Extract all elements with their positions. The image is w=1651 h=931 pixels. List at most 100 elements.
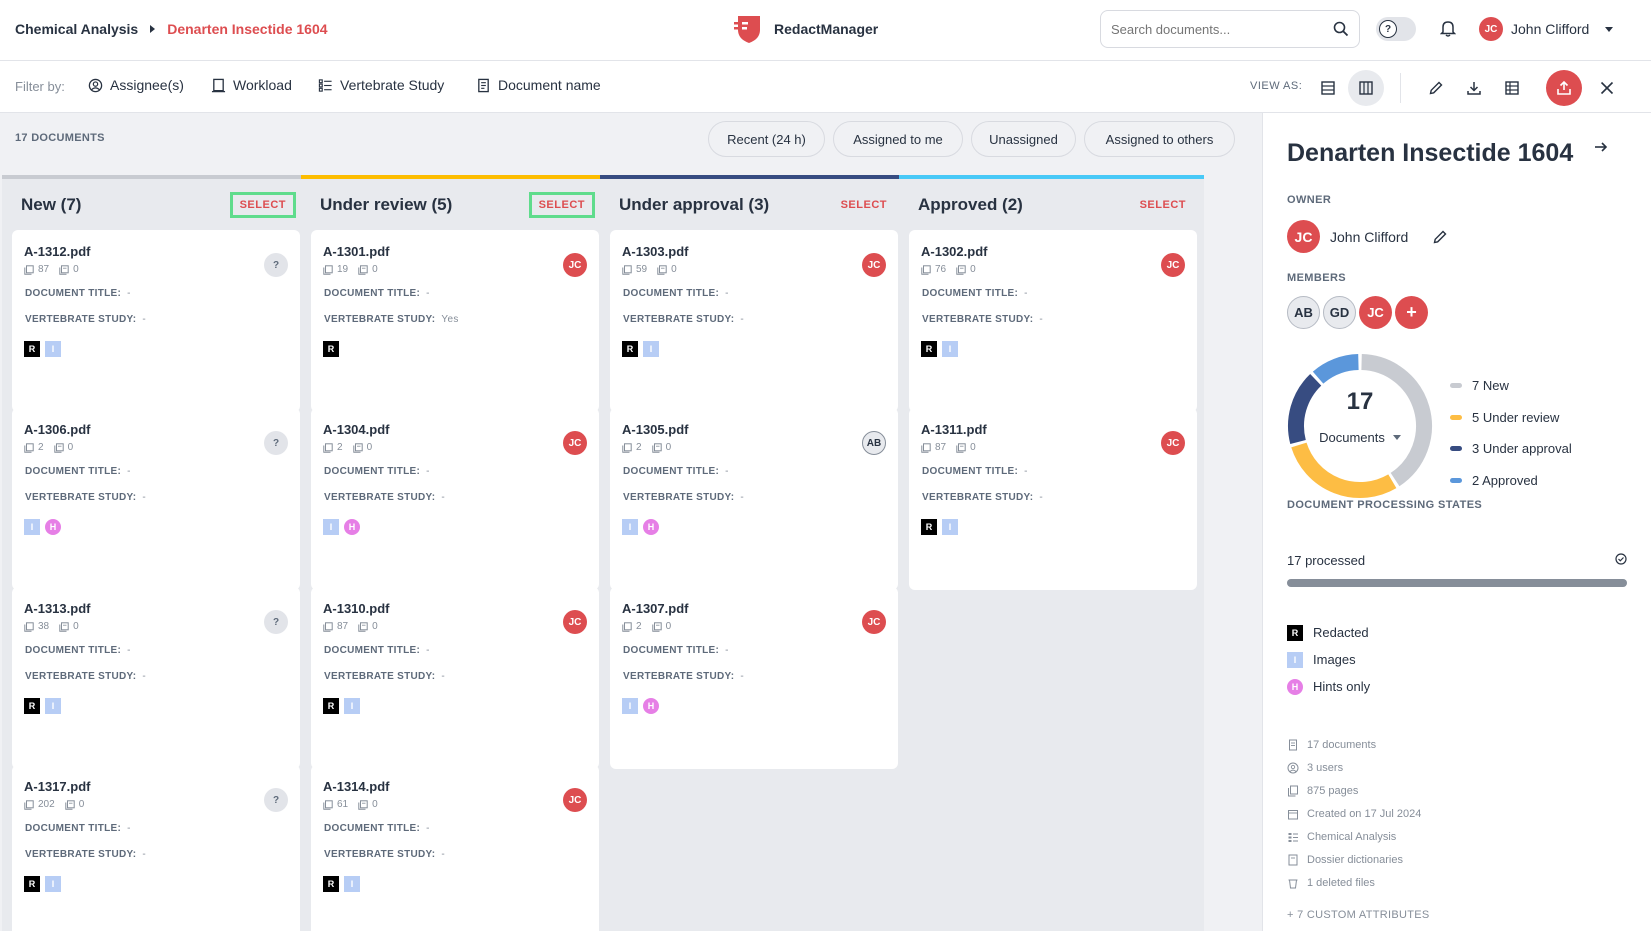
- document-filename[interactable]: A-1317.pdf: [24, 779, 90, 794]
- add-member-button[interactable]: +: [1395, 296, 1428, 329]
- document-stats: 76 0: [921, 264, 986, 275]
- document-card[interactable]: A-1303.pdf 59 0 DOCUMENT TITLE: - VERTEBRATE …: [610, 230, 898, 412]
- document-card[interactable]: A-1312.pdf 87 0 DOCUMENT TITLE: - VERTEBRATE …: [12, 230, 300, 412]
- assignee-avatar[interactable]: JC: [563, 788, 587, 812]
- select-column-button[interactable]: SELECT: [1140, 199, 1186, 211]
- document-count: 17 DOCUMENTS: [15, 132, 105, 144]
- member-avatar[interactable]: AB: [1287, 296, 1320, 329]
- images-badge-icon: I: [942, 341, 958, 357]
- document-filename[interactable]: A-1313.pdf: [24, 601, 90, 616]
- document-filename[interactable]: A-1304.pdf: [323, 422, 389, 437]
- download-button[interactable]: [1459, 73, 1489, 103]
- unassigned-avatar[interactable]: ?: [264, 431, 288, 455]
- vertebrate-study-row: VERTEBRATE STUDY: -: [623, 314, 745, 325]
- search-input[interactable]: [1111, 21, 1311, 37]
- pages-icon: [622, 621, 632, 632]
- select-column-button[interactable]: SELECT: [528, 192, 596, 218]
- export-button[interactable]: [1546, 70, 1582, 106]
- custom-attributes-link[interactable]: + 7 CUSTOM ATTRIBUTES: [1287, 909, 1430, 921]
- document-filename[interactable]: A-1303.pdf: [622, 244, 688, 259]
- breadcrumb-parent[interactable]: Chemical Analysis: [15, 21, 138, 37]
- document-title-row: DOCUMENT TITLE: -: [25, 645, 131, 656]
- search-icon[interactable]: [1333, 21, 1349, 37]
- member-avatar[interactable]: GD: [1323, 296, 1356, 329]
- document-title-value: -: [127, 466, 131, 477]
- column-title: New (7): [21, 195, 82, 214]
- document-card[interactable]: A-1305.pdf 2 0 DOCUMENT TITLE: - VERTEBRATE S…: [610, 408, 898, 590]
- document-card[interactable]: A-1317.pdf 202 0 DOCUMENT TITLE: - VERTEBRATE…: [12, 765, 300, 931]
- document-badges: IH: [622, 519, 659, 535]
- member-avatar[interactable]: JC: [1359, 296, 1392, 329]
- donut-unit-dropdown[interactable]: Documents: [1319, 430, 1401, 445]
- quick-filter-recent[interactable]: Recent (24 h): [708, 121, 825, 157]
- document-card[interactable]: A-1306.pdf 2 0 DOCUMENT TITLE: - VERTEBRATE S…: [12, 408, 300, 590]
- quick-filter-assigned-to-me[interactable]: Assigned to me: [833, 121, 963, 157]
- document-badges: RI: [921, 519, 958, 535]
- quick-filter-assigned-to-others[interactable]: Assigned to others: [1084, 121, 1235, 157]
- dossier-info-item: 1 deleted files: [1287, 871, 1421, 894]
- document-filename[interactable]: A-1311.pdf: [921, 422, 987, 437]
- search-box[interactable]: [1100, 10, 1360, 48]
- select-column-button[interactable]: SELECT: [841, 199, 887, 211]
- document-card[interactable]: A-1302.pdf 76 0 DOCUMENT TITLE: - VERTEBRATE …: [909, 230, 1197, 412]
- assignee-avatar[interactable]: JC: [563, 253, 587, 277]
- document-card[interactable]: A-1301.pdf 19 0 DOCUMENT TITLE: - VERTEBRATE …: [311, 230, 599, 412]
- report-button[interactable]: [1497, 73, 1527, 103]
- document-card[interactable]: A-1304.pdf 2 0 DOCUMENT TITLE: - VERTEBRATE S…: [311, 408, 599, 590]
- document-filename[interactable]: A-1305.pdf: [622, 422, 688, 437]
- document-owner: JC: [563, 788, 587, 812]
- document-badges: RI: [622, 341, 659, 357]
- unassigned-avatar[interactable]: ?: [264, 788, 288, 812]
- view-list-button[interactable]: [1313, 73, 1343, 103]
- document-filename[interactable]: A-1307.pdf: [622, 601, 688, 616]
- assignee-avatar[interactable]: JC: [1161, 253, 1185, 277]
- help-mode-toggle[interactable]: ?: [1376, 17, 1416, 41]
- document-filename[interactable]: A-1314.pdf: [323, 779, 389, 794]
- brand-logo[interactable]: RedactManager: [734, 13, 878, 45]
- filter-assignee[interactable]: Assignee(s): [88, 77, 184, 93]
- filter-document-name[interactable]: Document name: [476, 77, 601, 93]
- document-card[interactable]: A-1314.pdf 61 0 DOCUMENT TITLE: - VERTEBRATE …: [311, 765, 599, 931]
- document-card[interactable]: A-1311.pdf 87 0 DOCUMENT TITLE: - VERTEBRATE …: [909, 408, 1197, 590]
- document-filename[interactable]: A-1312.pdf: [24, 244, 90, 259]
- assignee-avatar[interactable]: JC: [862, 253, 886, 277]
- document-badges: R: [323, 341, 339, 357]
- close-button[interactable]: [1592, 73, 1622, 103]
- edit-button[interactable]: [1421, 73, 1451, 103]
- breadcrumb-current[interactable]: Denarten Insectide 1604: [167, 21, 327, 37]
- images-badge-icon: I: [622, 519, 638, 535]
- unassigned-avatar[interactable]: ?: [264, 253, 288, 277]
- assignee-avatar[interactable]: JC: [563, 431, 587, 455]
- vertebrate-study-value: -: [740, 492, 745, 503]
- unassigned-avatar[interactable]: ?: [264, 610, 288, 634]
- vertebrate-study-value: -: [142, 671, 147, 682]
- donut-legend: 7 New 5 Under review 3 Under approval 2 App…: [1450, 370, 1572, 496]
- select-column-button[interactable]: SELECT: [229, 192, 297, 218]
- document-filename[interactable]: A-1302.pdf: [921, 244, 987, 259]
- document-filename[interactable]: A-1301.pdf: [323, 244, 389, 259]
- assignee-avatar[interactable]: JC: [862, 610, 886, 634]
- quick-filter-unassigned[interactable]: Unassigned: [971, 121, 1076, 157]
- filter-vertebrate-study[interactable]: Vertebrate Study: [318, 77, 444, 93]
- edit-owner-pencil-icon[interactable]: [1432, 229, 1448, 245]
- collapse-panel-button[interactable]: [1593, 139, 1609, 160]
- legend-swatch: [1450, 383, 1462, 389]
- document-card[interactable]: A-1307.pdf 2 0 DOCUMENT TITLE: - VERTEBRATE S…: [610, 587, 898, 769]
- vertebrate-study-value: -: [142, 492, 147, 503]
- document-filename[interactable]: A-1310.pdf: [323, 601, 389, 616]
- assignee-avatar[interactable]: JC: [1161, 431, 1185, 455]
- assignee-avatar[interactable]: AB: [862, 431, 886, 455]
- notifications-button[interactable]: [1439, 19, 1457, 42]
- document-filename[interactable]: A-1306.pdf: [24, 422, 90, 437]
- filter-workload[interactable]: Workload: [211, 77, 292, 93]
- assignee-avatar[interactable]: JC: [563, 610, 587, 634]
- calendar-icon: [1288, 809, 1298, 819]
- view-board-button[interactable]: [1348, 70, 1384, 106]
- donut-legend-item: 7 New: [1450, 370, 1572, 402]
- document-stats: 20: [323, 442, 382, 453]
- document-card[interactable]: A-1310.pdf 87 0 DOCUMENT TITLE: - VERTEBRATE …: [311, 587, 599, 769]
- dossier-details-panel: Denarten Insectide 1604 OWNER JC John Cl…: [1262, 113, 1651, 931]
- images-badge-icon: I: [622, 698, 638, 714]
- user-menu[interactable]: JC John Clifford: [1479, 17, 1614, 41]
- document-card[interactable]: A-1313.pdf 38 0 DOCUMENT TITLE: - VERTEBRATE …: [12, 587, 300, 769]
